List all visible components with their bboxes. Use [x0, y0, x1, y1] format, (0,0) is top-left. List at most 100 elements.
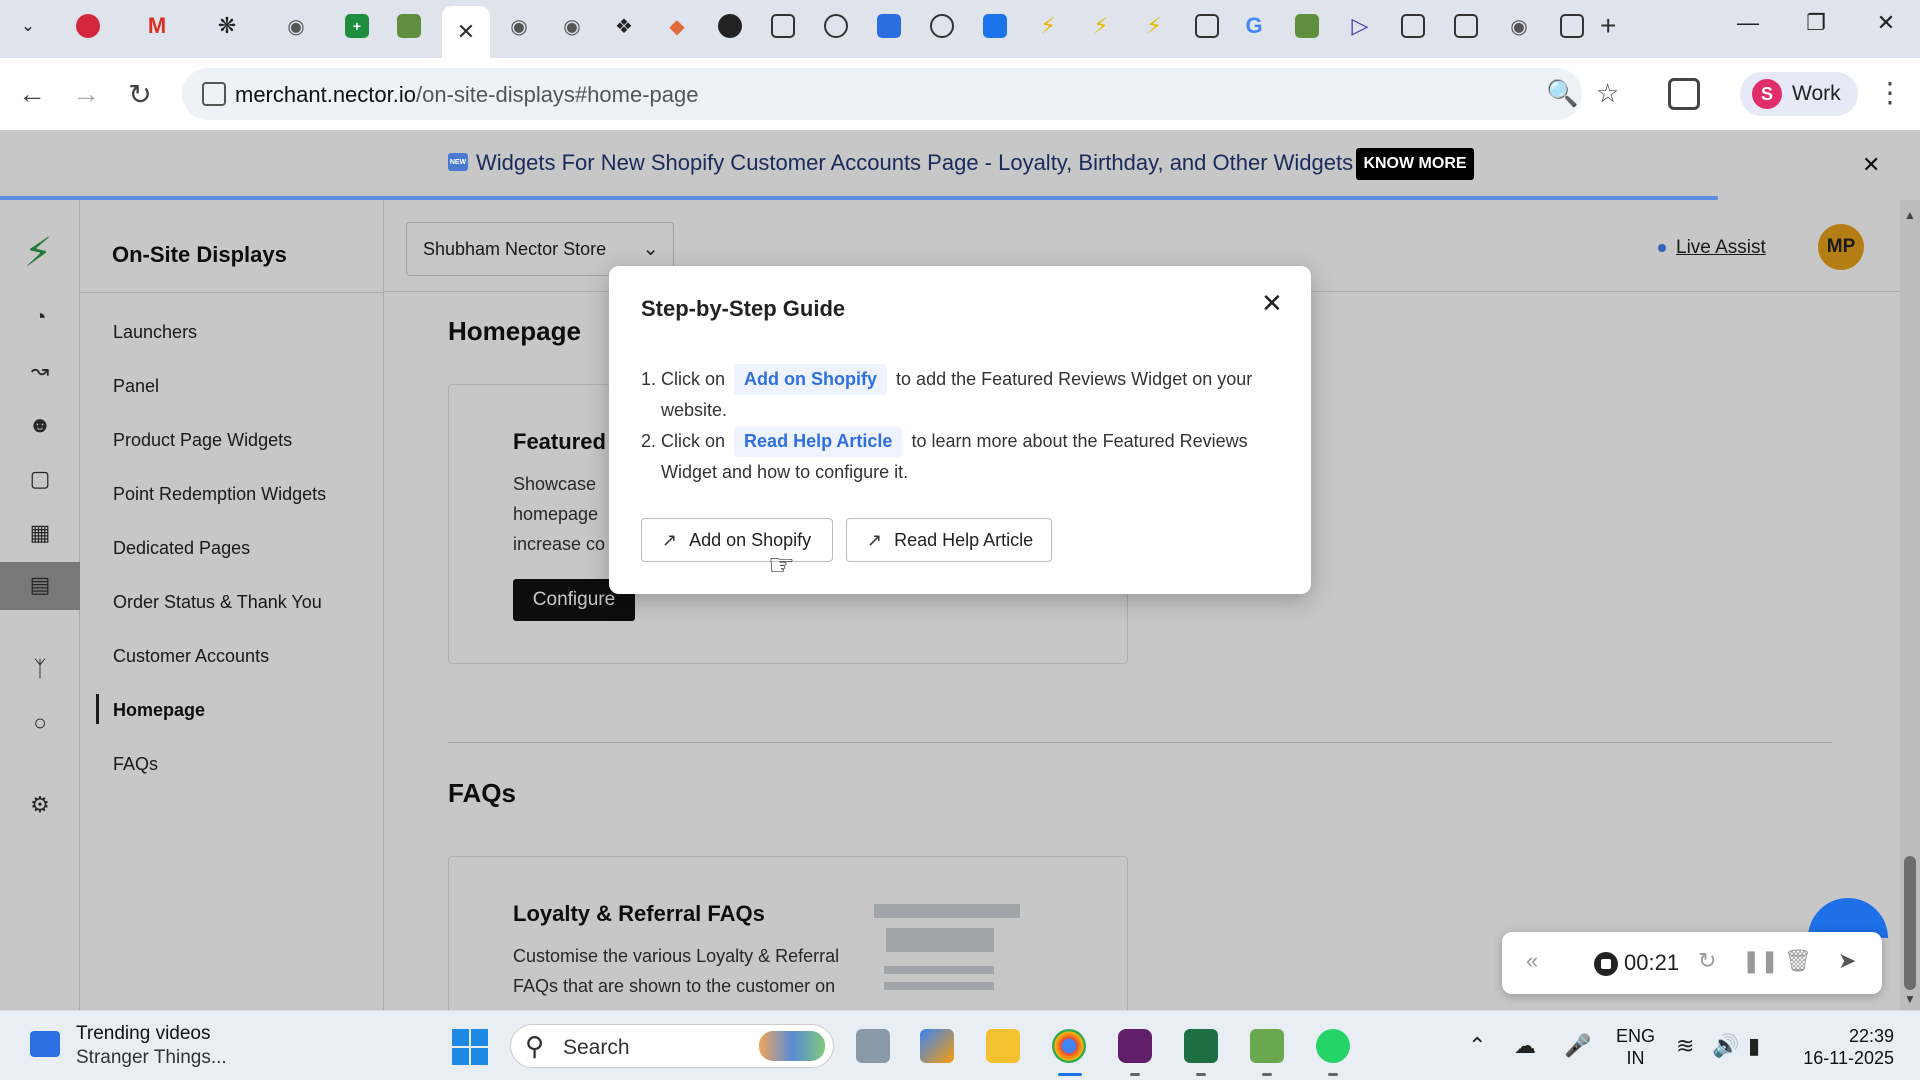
- start-square: [452, 1029, 469, 1046]
- search-placeholder: Search: [563, 1036, 630, 1059]
- active-tab-close-icon[interactable]: ✕: [442, 6, 490, 58]
- tab-app-icon[interactable]: [1401, 14, 1425, 38]
- tab-google-icon[interactable]: G: [1242, 13, 1266, 38]
- taskbar-search[interactable]: ⚲ Search: [510, 1024, 834, 1068]
- tab-app-icon[interactable]: [930, 14, 954, 38]
- file-explorer-icon[interactable]: [986, 1029, 1020, 1063]
- recording-time: 00:21: [1624, 950, 1680, 975]
- bookmark-star-icon[interactable]: ☆: [1596, 78, 1619, 109]
- modal-close-icon[interactable]: ✕: [1261, 288, 1283, 319]
- tab-flame-icon[interactable]: ◆: [665, 14, 689, 38]
- chart-app-icon[interactable]: [1250, 1029, 1284, 1063]
- url-text: merchant.nector.io/on-site-displays#home…: [235, 82, 699, 107]
- wifi-icon[interactable]: ≋: [1676, 1033, 1694, 1059]
- tab-app-icon[interactable]: [1560, 14, 1584, 38]
- clock-time: 22:39: [1848, 1026, 1894, 1046]
- add-on-shopify-button[interactable]: ↗ Add on Shopify: [641, 518, 833, 562]
- search-icon: ⚲: [525, 1031, 545, 1061]
- restart-icon[interactable]: ↻: [1698, 948, 1716, 974]
- system-clock[interactable]: 22:39 16-11-2025: [1794, 1025, 1894, 1069]
- tab-app-icon[interactable]: [1195, 14, 1219, 38]
- tab-globe-icon[interactable]: ◉: [1507, 14, 1531, 38]
- tab-play-icon[interactable]: ▷: [1348, 13, 1372, 38]
- windows-taskbar: Trending videos Stranger Things... ⚲ Sea…: [0, 1010, 1920, 1080]
- announcement-banner: NEW Widgets For New Shopify Customer Acc…: [0, 130, 1920, 200]
- tab-app-icon[interactable]: [824, 14, 848, 38]
- tab-shopify-icon[interactable]: [1295, 14, 1319, 38]
- chrome-icon[interactable]: [1052, 1029, 1086, 1063]
- tab-globe-icon[interactable]: ◉: [507, 14, 531, 38]
- button-label: Read Help Article: [894, 529, 1034, 550]
- external-link-icon: ↗: [867, 529, 883, 550]
- whatsapp-icon[interactable]: [1316, 1029, 1350, 1063]
- step-by-step-guide-modal: Step-by-Step Guide ✕ 1. Click on Add on …: [609, 266, 1311, 594]
- start-square: [471, 1029, 488, 1046]
- zoom-icon[interactable]: 🔍: [1546, 78, 1578, 109]
- language-indicator[interactable]: ENG IN: [1616, 1025, 1655, 1069]
- back-arrow-icon[interactable]: ←: [12, 78, 52, 110]
- read-help-article-chip: Read Help Article: [734, 426, 903, 457]
- new-tab-plus-icon[interactable]: +: [1600, 10, 1616, 42]
- tab-globe-icon[interactable]: ◉: [560, 14, 584, 38]
- task-view-icon[interactable]: [856, 1029, 890, 1063]
- tab-app-icon[interactable]: [877, 14, 901, 38]
- excel-icon[interactable]: [1184, 1029, 1218, 1063]
- app-running-indicator: [1262, 1073, 1272, 1076]
- tab-gmail-icon[interactable]: M: [145, 13, 169, 38]
- tab-chatgpt-icon[interactable]: ❋: [215, 13, 239, 38]
- profile-avatar: S: [1752, 79, 1782, 109]
- tab-app-icon[interactable]: [983, 14, 1007, 38]
- window-close-icon[interactable]: ✕: [1866, 10, 1906, 36]
- tab-recorder-icon[interactable]: [76, 14, 100, 38]
- pointer-icon[interactable]: ➤: [1838, 948, 1856, 974]
- copilot-icon[interactable]: [920, 1029, 954, 1063]
- news-subtitle[interactable]: Stranger Things...: [76, 1047, 227, 1069]
- forward-arrow-icon[interactable]: →: [66, 78, 106, 110]
- site-info-icon[interactable]: [202, 82, 226, 106]
- collapse-icon[interactable]: «: [1526, 948, 1538, 974]
- tab-app-icon[interactable]: [1454, 14, 1478, 38]
- reload-icon[interactable]: ↻: [120, 78, 160, 111]
- screen-recorder-widget: « 00:21 ↻ ❚❚ 🗑 ➤: [1502, 932, 1882, 994]
- more-menu-icon[interactable]: ⋮: [1876, 76, 1904, 109]
- tab-nector-icon[interactable]: ⚡: [1142, 13, 1166, 38]
- extensions-icon[interactable]: [1668, 78, 1700, 110]
- tab-shopify-icon[interactable]: [397, 14, 421, 38]
- modal-title: Step-by-Step Guide: [641, 296, 846, 321]
- tab-list-chevron-icon[interactable]: ⌄: [16, 14, 40, 38]
- read-help-article-button[interactable]: ↗ Read Help Article: [846, 518, 1052, 562]
- guide-step-1: 1. Click on Add on Shopify to add the Fe…: [641, 364, 1261, 426]
- start-windows-icon[interactable]: [452, 1029, 488, 1065]
- step-text: Click on: [661, 369, 726, 389]
- banner-text: Widgets For New Shopify Customer Account…: [476, 150, 1354, 175]
- tab-app-icon[interactable]: [771, 14, 795, 38]
- volume-icon[interactable]: 🔊: [1712, 1033, 1739, 1059]
- address-bar[interactable]: merchant.nector.io/on-site-displays#home…: [182, 68, 1582, 120]
- guide-step-2: 2. Click on Read Help Article to learn m…: [641, 426, 1261, 488]
- tab-app-icon[interactable]: ❖: [612, 14, 636, 38]
- tab-nector-icon[interactable]: ⚡: [1036, 13, 1060, 38]
- battery-icon[interactable]: ▮: [1748, 1033, 1760, 1059]
- tray-expand-icon[interactable]: ⌃: [1468, 1033, 1486, 1059]
- restore-icon[interactable]: ❐: [1796, 10, 1836, 36]
- add-on-shopify-chip: Add on Shopify: [734, 364, 888, 395]
- slack-icon[interactable]: [1118, 1029, 1152, 1063]
- banner-close-icon[interactable]: ✕: [1862, 152, 1880, 178]
- stop-recording-icon[interactable]: [1594, 952, 1618, 976]
- news-widget-icon[interactable]: [30, 1031, 60, 1057]
- minimize-icon[interactable]: —: [1728, 10, 1768, 36]
- delete-icon[interactable]: 🗑: [1784, 948, 1812, 974]
- profile-button[interactable]: S Work: [1740, 72, 1858, 116]
- mouse-cursor-icon: ☞: [768, 549, 795, 582]
- onedrive-icon[interactable]: ☁: [1514, 1033, 1536, 1059]
- microphone-icon[interactable]: 🎤: [1564, 1033, 1591, 1059]
- language-code: ENG: [1616, 1026, 1656, 1046]
- tab-app-icon[interactable]: [718, 14, 742, 38]
- step-number: 1.: [641, 369, 657, 389]
- tab-nector-icon[interactable]: ⚡: [1089, 13, 1113, 38]
- pause-icon[interactable]: ❚❚: [1742, 948, 1779, 974]
- news-title[interactable]: Trending videos: [76, 1023, 210, 1045]
- tab-sheets-icon[interactable]: +: [345, 14, 369, 38]
- tab-globe-icon[interactable]: ◉: [284, 14, 308, 38]
- know-more-button[interactable]: KNOW MORE: [1356, 148, 1474, 180]
